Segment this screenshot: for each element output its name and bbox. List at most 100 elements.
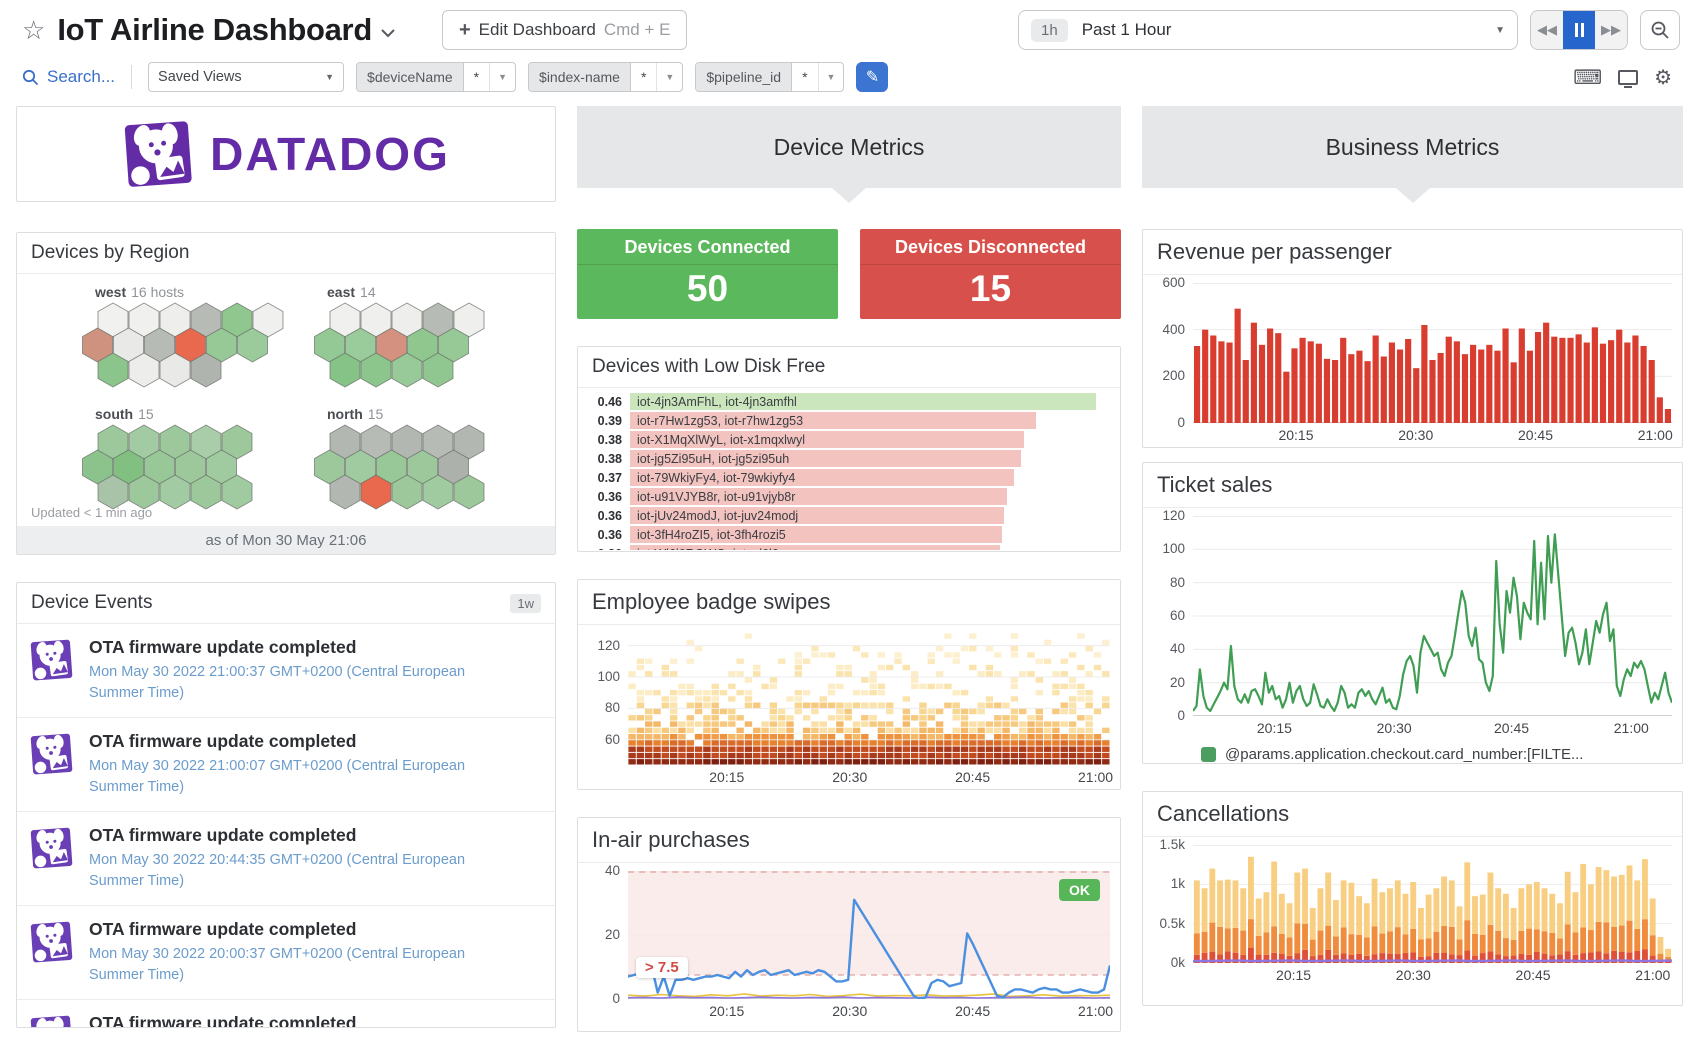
badge-swipes-heatmap[interactable] bbox=[628, 633, 1110, 765]
event-timestamp: Mon May 30 2022 21:00:07 GMT+0200 (Centr… bbox=[89, 756, 519, 798]
y-axis-tick: 60 bbox=[605, 732, 620, 747]
y-axis-tick: 1.5k bbox=[1159, 837, 1185, 852]
event-item[interactable]: OTA firmware update completed Mon May 30 … bbox=[17, 717, 555, 811]
pause-button[interactable] bbox=[1563, 11, 1595, 49]
variable-value: * bbox=[792, 63, 817, 91]
datadog-avatar-icon bbox=[29, 919, 75, 965]
revenue-chart: 020040060020:1520:3020:4521:00 bbox=[1143, 275, 1682, 447]
revenue-title: Revenue per passenger bbox=[1143, 230, 1682, 275]
time-range-label: Past 1 Hour bbox=[1082, 20, 1172, 40]
ticket-sales-line[interactable] bbox=[1193, 516, 1672, 716]
devices-connected-label: Devices Connected bbox=[577, 229, 838, 265]
x-axis-tick: 20:30 bbox=[832, 769, 867, 785]
toplist-value: 0.36 bbox=[584, 528, 630, 542]
devices-by-region-title: Devices by Region bbox=[17, 233, 555, 274]
toplist-bar: iot-4jn3AmFhL, iot-4jn3amfhl bbox=[630, 393, 1096, 410]
y-axis-tick: 0 bbox=[1177, 708, 1185, 723]
toplist-row[interactable]: 0.38iot-jg5Zi95uH, iot-jg5zi95uh bbox=[584, 450, 1110, 467]
variable-caret-icon: ▼ bbox=[818, 63, 844, 91]
event-timestamp: Mon May 30 2022 21:00:37 GMT+0200 (Centr… bbox=[89, 662, 519, 704]
devices-disconnected-card[interactable]: Devices Disconnected 15 bbox=[860, 229, 1121, 319]
hexmap-label: south15 bbox=[63, 406, 295, 422]
x-axis-tick: 20:15 bbox=[1276, 967, 1311, 983]
monitor-status-badge[interactable]: OK bbox=[1059, 879, 1100, 901]
event-item[interactable]: OTA firmware update completed Mon May 30 … bbox=[17, 905, 555, 999]
toplist-row[interactable]: 0.36iot-3fH4roZI5, iot-3fh4rozi5 bbox=[584, 526, 1110, 543]
device-events-panel: Device Events 1w OTA firmware update com… bbox=[16, 582, 556, 1028]
saved-views-select[interactable]: Saved Views ▼ bbox=[148, 62, 344, 92]
pencil-icon: ✎ bbox=[866, 67, 879, 87]
search-input[interactable]: Search... bbox=[22, 67, 115, 87]
toplist-row[interactable]: 0.36iot-Wl6l6RQWO, iot-wl6l6rqwo bbox=[584, 545, 1110, 550]
y-axis-tick: 60 bbox=[1170, 608, 1185, 623]
middle-column: Device Metrics Devices Connected 50 Devi… bbox=[577, 106, 1121, 1032]
y-axis-tick: 0 bbox=[1177, 415, 1185, 430]
datadog-avatar-icon bbox=[29, 1013, 75, 1028]
variable-name: $deviceName bbox=[357, 63, 464, 91]
event-item[interactable]: OTA firmware update completed bbox=[17, 999, 555, 1028]
template-variable-pill[interactable]: $pipeline_id*▼ bbox=[695, 62, 844, 92]
hexmap[interactable] bbox=[313, 302, 523, 390]
keyboard-shortcuts-icon[interactable]: ⌨ bbox=[1573, 65, 1602, 90]
hexmap-label: north15 bbox=[295, 406, 527, 422]
toplist-row[interactable]: 0.38iot-X1MqXlWyL, iot-x1mqxlwyl bbox=[584, 431, 1110, 448]
badge-swipes-panel: Employee badge swipes 608010012020:1520:… bbox=[577, 579, 1121, 790]
ticket-sales-legend[interactable]: @params.application.checkout.card_number… bbox=[1143, 740, 1682, 763]
zoom-out-button[interactable] bbox=[1640, 10, 1680, 50]
hexmap-group-west: west16 hosts bbox=[63, 284, 295, 404]
event-title: OTA firmware update completed bbox=[89, 919, 519, 940]
event-item[interactable]: OTA firmware update completedMon May 30 … bbox=[17, 811, 555, 905]
event-timestamp: Mon May 30 2022 20:00:37 GMT+0200 (Centr… bbox=[89, 944, 519, 986]
event-title: OTA firmware update completed bbox=[89, 731, 519, 752]
title-chevron-down-icon[interactable] bbox=[380, 25, 396, 43]
edit-variables-button[interactable]: ✎ bbox=[856, 62, 888, 92]
revenue-bars[interactable] bbox=[1193, 283, 1672, 423]
settings-gear-icon[interactable]: ⚙ bbox=[1654, 65, 1672, 90]
page-title: IoT Airline Dashboard bbox=[57, 12, 372, 48]
y-axis-tick: 0.5k bbox=[1159, 916, 1185, 931]
event-item[interactable]: OTA firmware update completedMon May 30 … bbox=[17, 624, 555, 717]
hexmap[interactable] bbox=[81, 424, 291, 512]
as-of-footer: as of Mon 30 May 21:06 bbox=[17, 526, 555, 554]
badge-swipes-title: Employee badge swipes bbox=[578, 580, 1120, 625]
left-column: DATADOG Devices by Region west16 hostsea… bbox=[16, 106, 556, 1028]
time-backward-button[interactable]: ◀◀ bbox=[1531, 11, 1563, 49]
favorite-star-icon[interactable]: ☆ bbox=[22, 15, 45, 46]
edit-dashboard-button[interactable]: + Edit Dashboard Cmd + E bbox=[442, 10, 687, 50]
toplist-bar: iot-u91VJYB8r, iot-u91vjyb8r bbox=[630, 488, 1007, 505]
template-variable-pill[interactable]: $deviceName*▼ bbox=[356, 62, 516, 92]
events-timeframe-badge[interactable]: 1w bbox=[510, 594, 541, 613]
template-variable-pill[interactable]: $index-name*▼ bbox=[528, 62, 683, 92]
toplist-row[interactable]: 0.36iot-jUv24modJ, iot-juv24modj bbox=[584, 507, 1110, 524]
toplist-row[interactable]: 0.37iot-79WkiyFy4, iot-79wkiyfy4 bbox=[584, 469, 1110, 486]
tv-mode-icon[interactable] bbox=[1618, 70, 1638, 85]
right-column: Business Metrics Revenue per passenger 0… bbox=[1142, 106, 1683, 1006]
x-axis-tick: 20:45 bbox=[1494, 720, 1529, 736]
datadog-dog-icon bbox=[122, 117, 196, 191]
event-text: OTA firmware update completedMon May 30 … bbox=[89, 825, 519, 892]
top-bar: ☆ IoT Airline Dashboard + Edit Dashboard… bbox=[0, 0, 1694, 56]
time-range-selector[interactable]: 1h Past 1 Hour ▼ bbox=[1018, 10, 1518, 50]
time-forward-button[interactable]: ▶▶ bbox=[1595, 11, 1627, 49]
toplist-row[interactable]: 0.36iot-u91VJYB8r, iot-u91vjyb8r bbox=[584, 488, 1110, 505]
devices-disconnected-value: 15 bbox=[860, 265, 1121, 310]
y-axis-tick: 80 bbox=[1170, 575, 1185, 590]
time-range-badge: 1h bbox=[1031, 19, 1068, 42]
cancellations-bars[interactable] bbox=[1193, 845, 1672, 963]
template-variables: $deviceName*▼$index-name*▼$pipeline_id*▼ bbox=[356, 62, 844, 92]
toplist-value: 0.39 bbox=[584, 414, 630, 428]
time-play-controls: ◀◀ ▶▶ bbox=[1530, 10, 1628, 50]
ticket-sales-panel: Ticket sales 02040608010012020:1520:3020… bbox=[1142, 462, 1683, 764]
x-axis-tick: 20:15 bbox=[709, 1003, 744, 1019]
hexmap[interactable] bbox=[313, 424, 523, 512]
in-air-lines[interactable] bbox=[628, 871, 1110, 999]
toplist-bar: iot-Wl6l6RQWO, iot-wl6l6rqwo bbox=[630, 545, 1000, 550]
toplist-value: 0.38 bbox=[584, 433, 630, 447]
toplist-row[interactable]: 0.46iot-4jn3AmFhL, iot-4jn3amfhl bbox=[584, 393, 1110, 410]
toplist-row[interactable]: 0.39iot-r7Hw1zg53, iot-r7hw1zg53 bbox=[584, 412, 1110, 429]
devices-by-region-panel: Devices by Region west16 hostseast14sout… bbox=[16, 232, 556, 555]
variable-caret-icon: ▼ bbox=[656, 63, 682, 91]
hexmap[interactable] bbox=[81, 302, 291, 390]
devices-connected-card[interactable]: Devices Connected 50 bbox=[577, 229, 838, 319]
y-axis-tick: 40 bbox=[1170, 641, 1185, 656]
